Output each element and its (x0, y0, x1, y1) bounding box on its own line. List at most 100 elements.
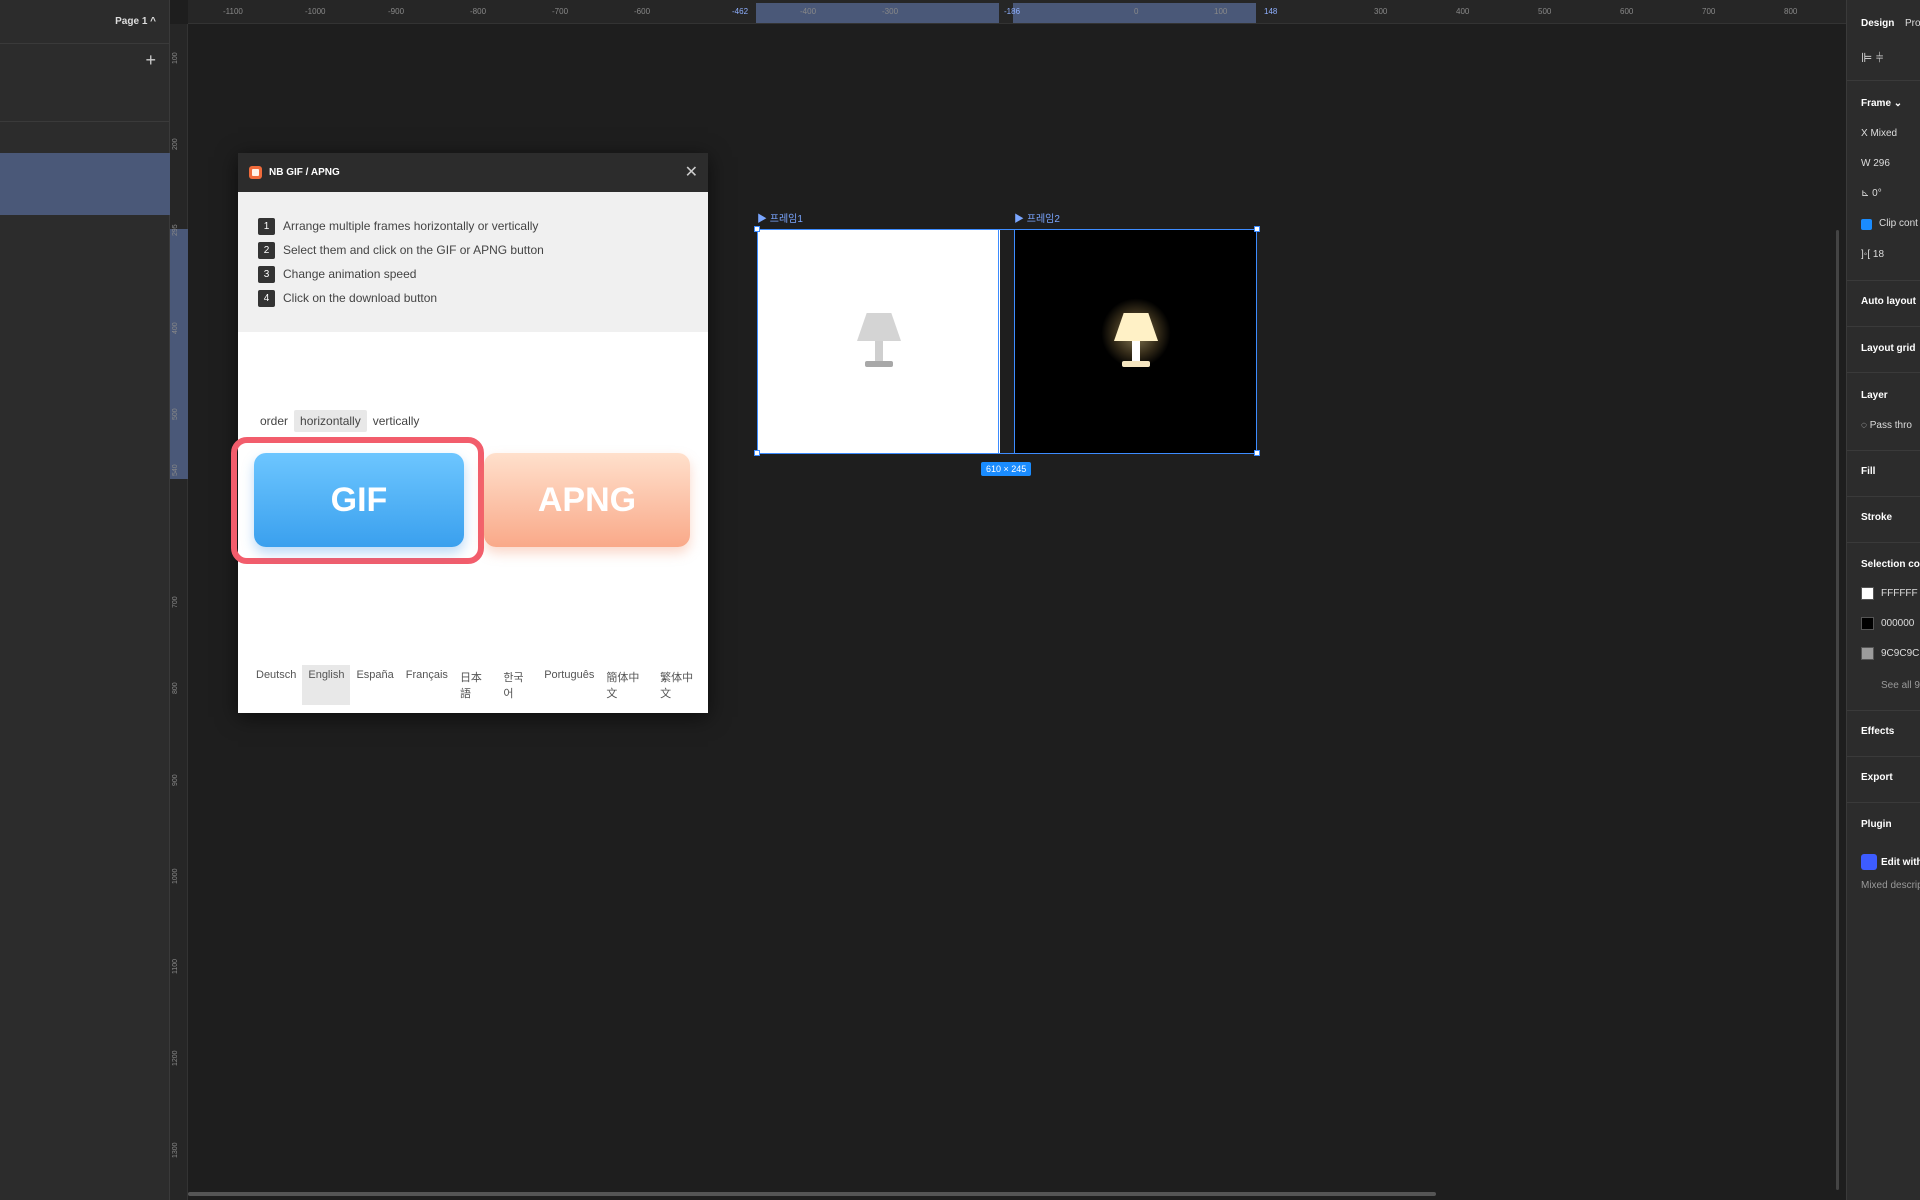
export-section[interactable]: Export (1861, 772, 1893, 783)
ruler-tick: 200 (172, 138, 179, 150)
step-item: 1 Arrange multiple frames horizontally o… (258, 214, 708, 238)
frame-section-title[interactable]: Frame ⌄ (1861, 98, 1902, 109)
x-field[interactable]: X Mixed (1861, 128, 1897, 139)
color-hex[interactable]: 000000 (1881, 618, 1914, 629)
step-text: Click on the download button (283, 291, 438, 305)
gif-button[interactable]: GIF (254, 453, 464, 547)
ruler-highlight (170, 229, 188, 479)
step-item: 2 Select them and click on the GIF or AP… (258, 238, 708, 262)
lang-english[interactable]: English (302, 665, 351, 705)
lang-japanese[interactable]: 日本語 (454, 665, 497, 705)
frame1-label[interactable]: ▶ 프레임1 (757, 210, 803, 225)
color-swatch[interactable] (1861, 617, 1874, 630)
clip-content-checkbox[interactable] (1861, 219, 1872, 230)
divider (1847, 372, 1920, 373)
lang-portugues[interactable]: Português (538, 665, 600, 705)
ruler-tick: -1100 (223, 7, 243, 16)
resize-handle[interactable] (754, 450, 760, 456)
step-number: 2 (258, 241, 275, 259)
close-icon[interactable]: ✕ (685, 162, 698, 182)
ruler-tick: -700 (552, 7, 569, 16)
tab-design[interactable]: Design (1861, 18, 1894, 29)
lang-deutsch[interactable]: Deutsch (250, 665, 302, 705)
left-ruler: 100 200 295 400 500 540 700 800 900 1000… (170, 24, 188, 1200)
ruler-tick: 900 (172, 774, 179, 786)
frame-2[interactable] (1015, 230, 1257, 454)
plugin-title: NB GIF / APNG (269, 167, 340, 178)
ruler-tick: -186 (1004, 7, 1021, 16)
step-number: 4 (258, 289, 275, 307)
tab-prototype[interactable]: Pro (1905, 18, 1920, 29)
plugin-titlebar[interactable]: NB GIF / APNG ✕ (238, 153, 708, 192)
rotation-field[interactable]: ⊾ 0° (1861, 188, 1882, 199)
lang-korean[interactable]: 한국어 (497, 665, 538, 705)
ruler-highlight-1 (756, 3, 999, 23)
divider (1847, 450, 1920, 451)
ruler-tick: 500 (1538, 7, 1552, 16)
resize-handle[interactable] (1254, 226, 1260, 232)
order-vertically[interactable]: vertically (367, 410, 426, 432)
page-selector[interactable]: Page 1 ^ (115, 16, 156, 27)
ruler-tick: 400 (172, 322, 179, 334)
lang-traditional-chinese[interactable]: 繁体中文 (654, 665, 708, 705)
blend-icon: ◌ (1861, 420, 1870, 431)
order-horizontally[interactable]: horizontally (294, 410, 367, 432)
vertical-scrollbar[interactable] (1836, 230, 1839, 1190)
ruler-tick: 800 (172, 682, 179, 694)
auto-layout-section[interactable]: Auto layout (1861, 296, 1916, 307)
ruler-tick: -800 (470, 7, 487, 16)
plugin-logo-icon (249, 166, 262, 179)
ruler-tick: 300 (1374, 7, 1388, 16)
color-hex[interactable]: FFFFFF (1881, 588, 1918, 599)
step-item: 4 Click on the download button (258, 286, 708, 310)
ruler-tick: 1100 (172, 958, 179, 974)
lang-espana[interactable]: España (350, 665, 399, 705)
ruler-tick: -400 (800, 7, 817, 16)
see-all-colors-link[interactable]: See all 9 (1881, 680, 1920, 691)
lamp-base (1122, 361, 1150, 367)
lamp-on-image (1106, 307, 1166, 377)
ruler-tick: 600 (1620, 7, 1634, 16)
resize-handle[interactable] (1254, 450, 1260, 456)
ruler-tick: -1000 (305, 7, 326, 16)
lamp-off-image (849, 307, 909, 377)
ruler-tick: 295 (172, 224, 179, 236)
width-field[interactable]: W 296 (1861, 158, 1890, 169)
align-icons[interactable]: ⊫ ⫩ (1861, 50, 1883, 66)
edit-with-plugin[interactable]: Edit with (1881, 857, 1920, 868)
ruler-tick: 148 (1264, 7, 1278, 16)
ruler-tick: 0 (1134, 7, 1139, 16)
add-page-button[interactable]: + (145, 50, 156, 71)
divider (1847, 802, 1920, 803)
gap-field[interactable]: ]◦[ 18 (1861, 249, 1884, 260)
lang-simplified-chinese[interactable]: 簡体中文 (600, 665, 654, 705)
color-swatch[interactable] (1861, 647, 1874, 660)
lang-francais[interactable]: Français (400, 665, 454, 705)
divider (1847, 756, 1920, 757)
stroke-section[interactable]: Stroke (1861, 512, 1892, 523)
mixed-description: Mixed descrip (1861, 880, 1920, 891)
color-swatch[interactable] (1861, 587, 1874, 600)
step-item: 3 Change animation speed (258, 262, 708, 286)
selected-layer-row[interactable] (0, 153, 170, 215)
layout-grid-section[interactable]: Layout grid (1861, 343, 1915, 354)
size-badge: 610 × 245 (981, 462, 1032, 476)
clip-content-label: Clip cont (1879, 218, 1918, 229)
plugin-play-icon[interactable] (1861, 854, 1877, 870)
horizontal-scrollbar[interactable] (188, 1192, 1436, 1196)
effects-section[interactable]: Effects (1861, 726, 1894, 737)
step-number: 1 (258, 217, 275, 235)
plugin-section: Plugin (1861, 819, 1892, 830)
frame-1[interactable] (758, 230, 1000, 454)
fill-section[interactable]: Fill (1861, 466, 1875, 477)
left-sidebar: Page 1 ^ + (0, 0, 170, 1200)
resize-handle[interactable] (754, 226, 760, 232)
step-text: Change animation speed (283, 267, 417, 281)
frame2-label[interactable]: ▶ 프레임2 (1014, 210, 1060, 225)
blend-mode-select[interactable]: ◌ Pass thro (1861, 420, 1912, 431)
color-hex[interactable]: 9C9C9C (1881, 648, 1919, 659)
divider (1847, 496, 1920, 497)
apng-button[interactable]: APNG (484, 453, 690, 547)
ruler-tick: 800 (1784, 7, 1798, 16)
order-selector: order horizontally vertically (254, 410, 425, 432)
